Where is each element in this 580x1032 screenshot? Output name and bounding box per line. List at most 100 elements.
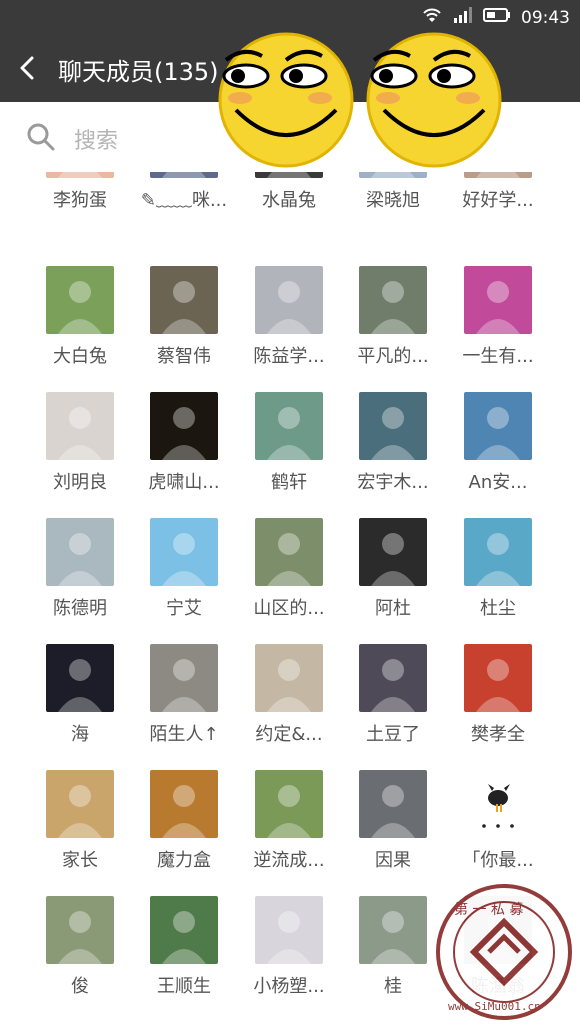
member-item[interactable]: 鹤轩 [237,392,341,494]
member-avatar [255,644,323,712]
member-avatar [150,770,218,838]
member-avatar [46,392,114,460]
wifi-icon [421,6,443,29]
member-name: 蔡智伟 [157,346,211,367]
smiley-sticker-icon [364,30,504,170]
member-name: 海 [71,724,89,745]
member-item[interactable]: 阿杜 [341,518,445,620]
back-button[interactable] [12,52,44,84]
member-item[interactable]: 好好学... [446,172,550,212]
member-avatar [150,644,218,712]
member-item[interactable]: 陈益学... [237,266,341,368]
search-input[interactable]: 搜索 [74,123,118,155]
page-title: 聊天成员(135) [58,58,219,86]
member-item[interactable]: 梁晓旭 [341,172,445,212]
member-name: 虎啸山... [148,472,220,493]
member-item[interactable]: 李狗蛋 [28,172,132,212]
member-name: 宁艾 [166,598,202,619]
member-item[interactable]: 平凡的... [341,266,445,368]
smiley-sticker-icon [216,30,356,170]
member-item[interactable]: 家长 [28,770,132,872]
member-avatar [464,644,532,712]
member-item[interactable]: 樊孝全 [446,644,550,746]
member-name: 陌生人↑ [149,724,219,745]
member-name: 宏宇木... [357,472,429,493]
member-name: 樊孝全 [471,724,525,745]
member-item[interactable]: 宏宇木... [341,392,445,494]
member-name: 刘明良 [53,472,107,493]
member-item[interactable]: 杜尘 [446,518,550,620]
member-name: 鹤轩 [271,472,307,493]
member-name: 俊 [71,976,89,997]
member-avatar [150,266,218,334]
member-name: 家长 [62,850,98,871]
member-item[interactable]: 一生有... [446,266,550,368]
member-name: 小杨塑... [253,976,325,997]
status-time: 09:43 [521,7,570,28]
member-avatar [150,392,218,460]
member-avatar [150,518,218,586]
member-avatar [359,644,427,712]
member-avatar [255,266,323,334]
member-item[interactable]: 约定&... [237,644,341,746]
member-name: 逆流成... [253,850,325,871]
member-item[interactable]: 海 [28,644,132,746]
member-avatar [150,896,218,964]
chevron-left-icon [20,56,34,80]
member-name: ✎﹏﹏咪... [140,190,228,211]
member-avatar [46,266,114,334]
member-avatar [359,266,427,334]
member-name: An安... [468,472,528,493]
member-avatar [255,392,323,460]
member-item[interactable]: 陈德明 [28,518,132,620]
member-avatar [255,896,323,964]
member-item[interactable]: 宁艾 [132,518,236,620]
member-item[interactable]: 山区的... [237,518,341,620]
member-name: 杜尘 [480,598,516,619]
member-item[interactable]: 刘明良 [28,392,132,494]
member-avatar [255,518,323,586]
member-name: 约定&... [255,724,323,745]
member-item[interactable]: 魔力盒 [132,770,236,872]
member-avatar [46,770,114,838]
member-avatar [464,518,532,586]
member-avatar [464,266,532,334]
member-item[interactable]: 逆流成... [237,770,341,872]
member-item[interactable]: 小杨塑... [237,896,341,998]
member-name: 阿杜 [375,598,411,619]
member-avatar [464,770,532,838]
member-avatar [464,392,532,460]
member-name: 水晶兔 [262,190,316,211]
member-name: 「你最... [462,850,534,871]
member-item[interactable]: 「你最... [446,770,550,872]
member-avatar [359,770,427,838]
member-name: 大白兔 [53,346,107,367]
svg-text:www.SiMu001.cn: www.SiMu001.cn [448,1000,541,1013]
member-name: 桂 [384,976,402,997]
member-avatar [255,770,323,838]
member-item[interactable]: 因果 [341,770,445,872]
member-avatar [46,172,114,178]
member-item[interactable]: ✎﹏﹏咪... [132,172,236,212]
member-name: 魔力盒 [157,850,211,871]
member-avatar [359,896,427,964]
member-item[interactable]: 桂 [341,896,445,998]
member-avatar [464,172,532,178]
battery-icon [483,7,511,28]
member-item[interactable]: 水晶兔 [237,172,341,212]
member-avatar [359,172,427,178]
member-item[interactable]: 蔡智伟 [132,266,236,368]
member-item[interactable]: 王顺生 [132,896,236,998]
watermark-seal: 第 一 私 募 www.SiMu001.cn [434,882,574,1022]
member-item[interactable]: 陌生人↑ [132,644,236,746]
member-item[interactable]: 大白兔 [28,266,132,368]
member-avatar [150,172,218,178]
member-item[interactable]: 土豆了 [341,644,445,746]
member-name: 梁晓旭 [366,190,420,211]
member-item[interactable]: 虎啸山... [132,392,236,494]
member-name: 一生有... [462,346,534,367]
member-item[interactable]: An安... [446,392,550,494]
member-name: 陈益学... [253,346,325,367]
member-name: 因果 [375,850,411,871]
member-item[interactable]: 俊 [28,896,132,998]
